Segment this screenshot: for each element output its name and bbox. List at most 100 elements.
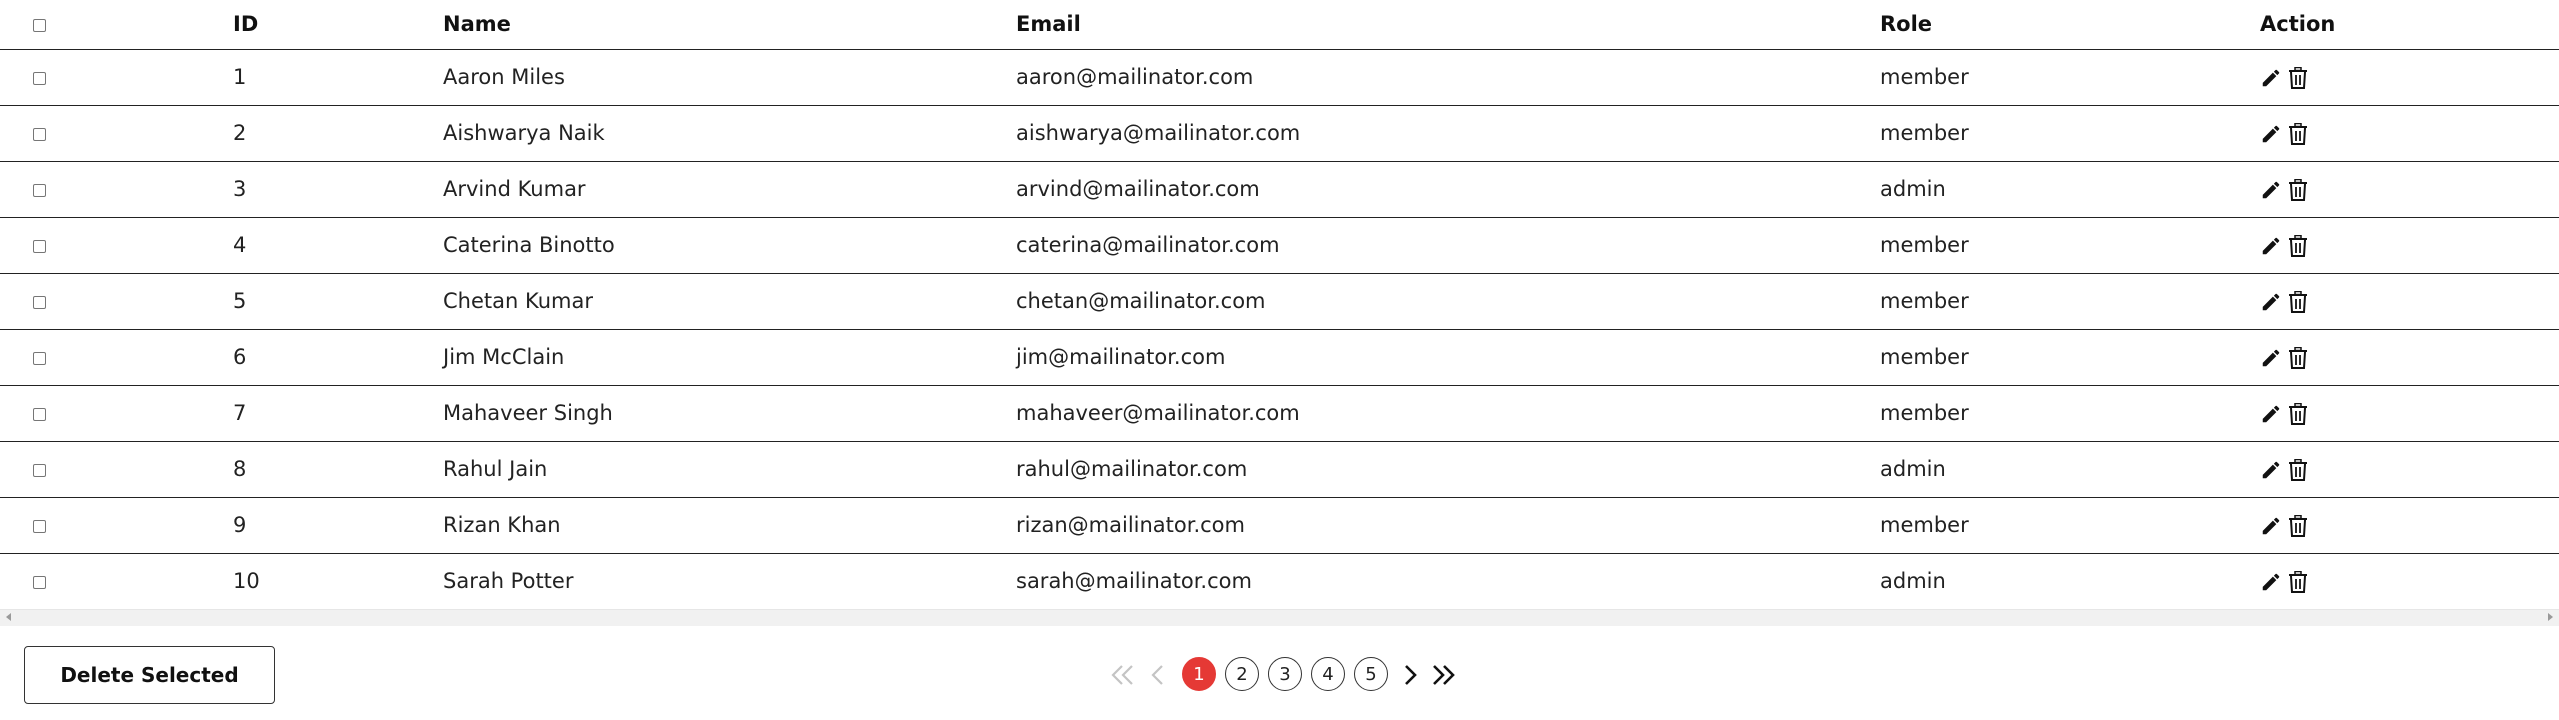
row-checkbox[interactable]: [33, 239, 46, 253]
cell-action: [2260, 161, 2559, 217]
row-select-cell: [0, 161, 233, 217]
row-actions: [2260, 347, 2308, 369]
edit-icon[interactable]: [2260, 179, 2282, 201]
cell-name: Aaron Miles: [443, 65, 565, 89]
trash-icon[interactable]: [2288, 515, 2308, 537]
cell-email: aishwarya@mailinator.com: [1016, 121, 1301, 145]
edit-icon[interactable]: [2260, 67, 2282, 89]
trash-icon[interactable]: [2288, 571, 2308, 593]
cell-name: Rizan Khan: [443, 513, 561, 537]
cell-name: Chetan Kumar: [443, 289, 593, 313]
cell-id: 4: [233, 233, 247, 257]
cell-email: sarah@mailinator.com: [1016, 569, 1252, 593]
row-select-cell: [0, 217, 233, 273]
column-header-id[interactable]: ID: [233, 0, 443, 49]
row-actions: [2260, 403, 2308, 425]
cell-email: caterina@mailinator.com: [1016, 233, 1280, 257]
row-select-cell: [0, 49, 233, 105]
cell-role: member: [1880, 65, 1969, 89]
cell-name: Arvind Kumar: [443, 177, 586, 201]
previous-page-icon[interactable]: [1150, 655, 1166, 695]
cell-email: mahaveer@mailinator.com: [1016, 401, 1300, 425]
edit-icon[interactable]: [2260, 347, 2282, 369]
cell-role: member: [1880, 345, 1969, 369]
cell-action: [2260, 385, 2559, 441]
row-actions: [2260, 291, 2308, 313]
edit-icon[interactable]: [2260, 123, 2282, 145]
trash-icon[interactable]: [2288, 179, 2308, 201]
edit-icon[interactable]: [2260, 403, 2282, 425]
cell-action: [2260, 49, 2559, 105]
cell-action: [2260, 329, 2559, 385]
cell-action: [2260, 553, 2559, 609]
table-row: 2 Aishwarya Naik aishwarya@mailinator.com m…: [0, 105, 2559, 161]
table-row: 6 Jim McClain jim@mailinator.com member: [0, 329, 2559, 385]
cell-name: Aishwarya Naik: [443, 121, 605, 145]
cell-email: rahul@mailinator.com: [1016, 457, 1248, 481]
header-row: ID Name Email Role Action: [0, 0, 2559, 49]
trash-icon[interactable]: [2288, 403, 2308, 425]
trash-icon[interactable]: [2288, 67, 2308, 89]
row-checkbox[interactable]: [33, 463, 46, 477]
trash-icon[interactable]: [2288, 235, 2308, 257]
cell-email: arvind@mailinator.com: [1016, 177, 1260, 201]
last-page-icon[interactable]: [1429, 655, 1459, 695]
first-page-icon[interactable]: [1110, 655, 1138, 695]
row-checkbox[interactable]: [33, 71, 46, 85]
row-checkbox[interactable]: [33, 295, 46, 309]
row-actions: [2260, 235, 2308, 257]
cell-name: Caterina Binotto: [443, 233, 615, 257]
cell-email: rizan@mailinator.com: [1016, 513, 1245, 537]
cell-id: 7: [233, 401, 247, 425]
trash-icon[interactable]: [2288, 291, 2308, 313]
delete-selected-button[interactable]: Delete Selected: [24, 646, 275, 704]
row-select-cell: [0, 441, 233, 497]
row-select-cell: [0, 273, 233, 329]
edit-icon[interactable]: [2260, 291, 2282, 313]
table-row: 1 Aaron Miles aaron@mailinator.com member: [0, 49, 2559, 105]
horizontal-scrollbar[interactable]: [0, 609, 2559, 626]
table-row: 4 Caterina Binotto caterina@mailinator.com…: [0, 217, 2559, 273]
page-2-button[interactable]: 2: [1225, 657, 1259, 691]
row-checkbox[interactable]: [33, 127, 46, 141]
edit-icon[interactable]: [2260, 235, 2282, 257]
cell-id: 2: [233, 121, 247, 145]
page-5-button[interactable]: 5: [1354, 657, 1388, 691]
cell-id: 10: [233, 569, 260, 593]
row-select-cell: [0, 385, 233, 441]
cell-id: 6: [233, 345, 247, 369]
page-3-button[interactable]: 3: [1268, 657, 1302, 691]
table-row: 7 Mahaveer Singh mahaveer@mailinator.com me…: [0, 385, 2559, 441]
scroll-right-arrow-icon[interactable]: [2548, 613, 2553, 621]
trash-icon[interactable]: [2288, 459, 2308, 481]
page-1-button[interactable]: 1: [1182, 657, 1216, 691]
edit-icon[interactable]: [2260, 515, 2282, 537]
cell-action: [2260, 441, 2559, 497]
cell-role: member: [1880, 401, 1969, 425]
users-table: ID Name Email Role Action 1 Aaron Miles aa…: [0, 0, 2559, 610]
cell-id: 3: [233, 177, 247, 201]
cell-role: member: [1880, 233, 1969, 257]
cell-role: admin: [1880, 569, 1946, 593]
column-header-name[interactable]: Name: [443, 0, 1016, 49]
row-checkbox[interactable]: [33, 351, 46, 365]
trash-icon[interactable]: [2288, 347, 2308, 369]
page-4-button[interactable]: 4: [1311, 657, 1345, 691]
edit-icon[interactable]: [2260, 571, 2282, 593]
column-header-role[interactable]: Role: [1880, 0, 2260, 49]
row-actions: [2260, 179, 2308, 201]
edit-icon[interactable]: [2260, 459, 2282, 481]
row-checkbox[interactable]: [33, 575, 46, 589]
row-checkbox[interactable]: [33, 407, 46, 421]
next-page-icon[interactable]: [1402, 655, 1418, 695]
cell-id: 1: [233, 65, 247, 89]
trash-icon[interactable]: [2288, 123, 2308, 145]
scroll-left-arrow-icon[interactable]: [6, 613, 11, 621]
select-all-checkbox[interactable]: [33, 18, 46, 32]
row-actions: [2260, 123, 2308, 145]
column-header-email[interactable]: Email: [1016, 0, 1880, 49]
cell-role: member: [1880, 121, 1969, 145]
row-checkbox[interactable]: [33, 519, 46, 533]
row-checkbox[interactable]: [33, 183, 46, 197]
row-actions: [2260, 67, 2308, 89]
